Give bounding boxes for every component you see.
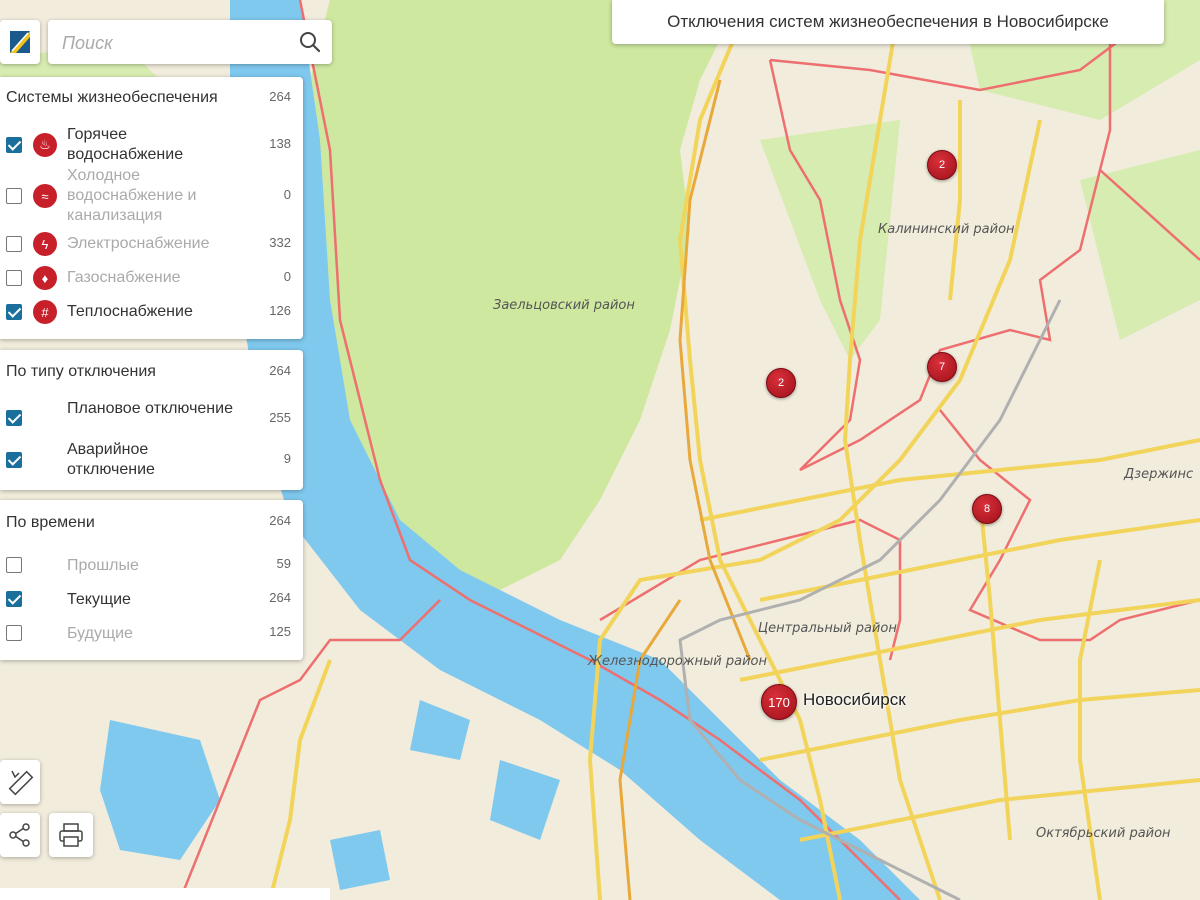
filter-item-planned[interactable]: Плановое отключение 255 — [0, 398, 303, 440]
print-button[interactable] — [49, 813, 93, 857]
filter-label: Плановое отключение — [67, 400, 233, 417]
cluster-marker[interactable]: 2 — [766, 368, 796, 398]
search-input[interactable] — [60, 30, 284, 56]
checkbox[interactable] — [6, 452, 22, 468]
hot-water-icon: ♨ — [33, 133, 57, 157]
filter-count: 0 — [283, 269, 291, 284]
electricity-icon: ϟ — [33, 232, 57, 256]
cluster-marker[interactable]: 8 — [972, 494, 1002, 524]
checkbox[interactable] — [6, 236, 22, 252]
filter-label: Горячее водоснабжение — [67, 126, 184, 163]
ruler-button[interactable] — [0, 760, 40, 804]
systems-filter-panel: Системы жизнеобеспечения 264 ♨ Горячее в… — [0, 77, 303, 339]
filter-item-future[interactable]: Будущие 125 — [0, 620, 303, 650]
city-logo-icon — [10, 31, 30, 53]
filter-item-heating[interactable]: # Теплоснабжение 126 — [0, 299, 303, 329]
share-button[interactable] — [0, 813, 40, 857]
panel-count: 264 — [269, 363, 291, 378]
share-icon — [9, 823, 30, 847]
filter-count: 255 — [269, 410, 291, 425]
filter-count: 59 — [276, 556, 291, 571]
heating-icon: # — [33, 300, 57, 324]
panel-count: 264 — [269, 89, 291, 104]
filter-count: 0 — [283, 187, 291, 202]
filter-count: 332 — [269, 235, 291, 250]
filter-item-hot-water[interactable]: ♨ Горячее водоснабжение 138 — [0, 124, 303, 166]
cluster-marker[interactable]: 170 — [761, 684, 797, 720]
panel-title: По типу отключения — [6, 363, 156, 380]
filter-label: Теплоснабжение — [67, 303, 193, 320]
checkbox[interactable] — [6, 137, 22, 153]
search-icon[interactable] — [298, 30, 322, 54]
page-title: Отключения систем жизнеобеспечения в Нов… — [667, 12, 1109, 31]
filter-count: 125 — [269, 624, 291, 639]
checkbox[interactable] — [6, 557, 22, 573]
filter-label: Аварийное отключение — [67, 441, 155, 478]
panel-count: 264 — [269, 513, 291, 528]
district-label-tsentralny: Центральный район — [758, 621, 897, 636]
cold-water-icon: ≈ — [33, 184, 57, 208]
checkbox[interactable] — [6, 188, 22, 204]
cluster-marker[interactable]: 2 — [927, 150, 957, 180]
district-label-dzerzhinsky: Дзержинс — [1124, 467, 1194, 482]
filter-item-past[interactable]: Прошлые 59 — [0, 552, 303, 582]
district-label-oktyabrsky: Октябрьский район — [1036, 826, 1171, 841]
filter-label: Будущие — [67, 625, 133, 642]
filter-count: 138 — [269, 136, 291, 151]
filter-count: 126 — [269, 303, 291, 318]
map-title-box: Отключения систем жизнеобеспечения в Нов… — [612, 0, 1164, 44]
filter-item-current[interactable]: Текущие 264 — [0, 586, 303, 616]
bottom-bar — [0, 888, 330, 900]
checkbox[interactable] — [6, 625, 22, 641]
checkbox[interactable] — [6, 591, 22, 607]
filter-label: Электроснабжение — [67, 235, 210, 252]
filter-item-electricity[interactable]: ϟ Электроснабжение 332 — [0, 231, 303, 261]
filter-count: 264 — [269, 590, 291, 605]
filter-item-emergency[interactable]: Аварийное отключение 9 — [0, 439, 303, 481]
outage-type-filter-panel: По типу отключения 264 Плановое отключен… — [0, 350, 303, 490]
filter-item-cold-water[interactable]: ≈ Холодное водоснабжение и канализация 0 — [0, 166, 303, 228]
checkbox[interactable] — [6, 270, 22, 286]
search-box — [48, 20, 332, 64]
ruler-icon — [8, 770, 34, 796]
district-label-zaeltsovsky: Заельцовский район — [493, 298, 635, 313]
filter-label: Текущие — [67, 591, 131, 608]
district-label-kalininsky: Калининский район — [878, 222, 1015, 237]
filter-label: Холодное водоснабжение и канализация — [67, 167, 197, 224]
checkbox[interactable] — [6, 304, 22, 320]
filter-label: Прошлые — [67, 557, 139, 574]
district-label-zheleznodorozhny: Железнодорожный район — [588, 654, 767, 669]
time-filter-panel: По времени 264 Прошлые 59 Текущие 264 Бу… — [0, 500, 303, 660]
cluster-marker[interactable]: 7 — [927, 352, 957, 382]
filter-label: Газоснабжение — [67, 269, 181, 286]
panel-title: По времени — [6, 514, 95, 531]
printer-icon — [59, 823, 83, 847]
gas-icon: ♦ — [33, 266, 57, 290]
filter-count: 9 — [283, 451, 291, 466]
filter-item-gas[interactable]: ♦ Газоснабжение 0 — [0, 265, 303, 295]
checkbox[interactable] — [6, 410, 22, 426]
city-label: Новосибирск — [803, 690, 906, 709]
logo-button[interactable] — [0, 20, 40, 64]
panel-title: Системы жизнеобеспечения — [6, 89, 218, 106]
